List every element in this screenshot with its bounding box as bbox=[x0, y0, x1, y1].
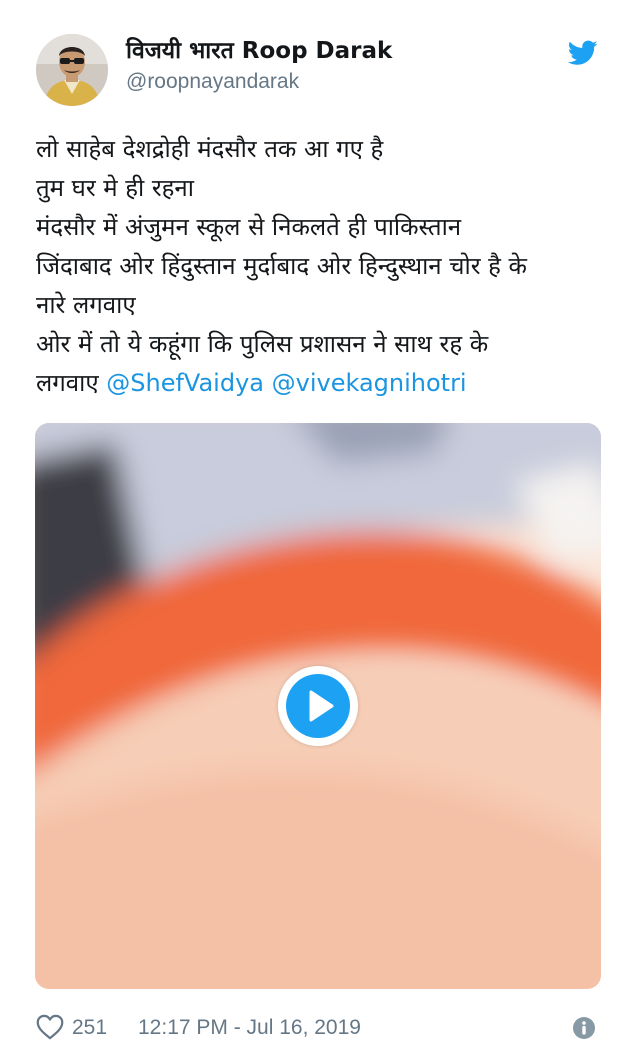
tweet-text-line: लो साहेब देशद्रोही मंदसौर तक आ गए है bbox=[36, 135, 384, 163]
tweet-footer: 251 12:17 PM - Jul 16, 2019 bbox=[36, 1010, 602, 1046]
tweet-text-line: जिंदाबाद ओर हिंदुस्तान मुर्दाबाद ओर हिन्… bbox=[36, 252, 527, 280]
tweet-text-line: मंदसौर में अंजुमन स्कूल से निकलते ही पाक… bbox=[36, 213, 462, 241]
tweet-card: विजयी भारत Roop Darak @roopnayandarak लो… bbox=[0, 0, 636, 1064]
like-count[interactable]: 251 bbox=[72, 1014, 107, 1042]
tweet-text-prefix: लगवाए bbox=[36, 369, 107, 397]
play-icon bbox=[309, 690, 334, 722]
tweet-header: विजयी भारत Roop Darak @roopnayandarak bbox=[36, 34, 602, 106]
tweet-text: लो साहेब देशद्रोही मंदसौर तक आ गए है तुम… bbox=[36, 130, 602, 403]
author-handle[interactable]: @roopnayandarak bbox=[126, 68, 392, 96]
heart-icon[interactable] bbox=[36, 1014, 64, 1040]
author-names: विजयी भारत Roop Darak @roopnayandarak bbox=[126, 36, 392, 96]
avatar[interactable] bbox=[36, 34, 108, 106]
mention-link[interactable]: @vivekagnihotri bbox=[272, 369, 467, 397]
tweet-text-line: तुम घर मे ही रहना bbox=[36, 174, 194, 202]
tweet-timestamp[interactable]: 12:17 PM - Jul 16, 2019 bbox=[138, 1014, 361, 1042]
author-display-name[interactable]: विजयी भारत Roop Darak bbox=[126, 36, 392, 66]
play-circle bbox=[286, 674, 350, 738]
tweet-text-line: ओर में तो ये कहूंगा कि पुलिस प्रशासन ने … bbox=[36, 330, 489, 358]
video-player[interactable] bbox=[35, 423, 601, 989]
tweet-text-last-line: लगवाए @ShefVaidya @vivekagnihotri bbox=[36, 364, 602, 403]
mention-link[interactable]: @ShefVaidya bbox=[106, 369, 264, 397]
tweet-text-line: नारे लगवाए bbox=[36, 291, 136, 319]
play-button[interactable] bbox=[278, 666, 358, 746]
info-icon[interactable] bbox=[572, 1016, 596, 1040]
twitter-bird-icon[interactable] bbox=[567, 40, 598, 66]
